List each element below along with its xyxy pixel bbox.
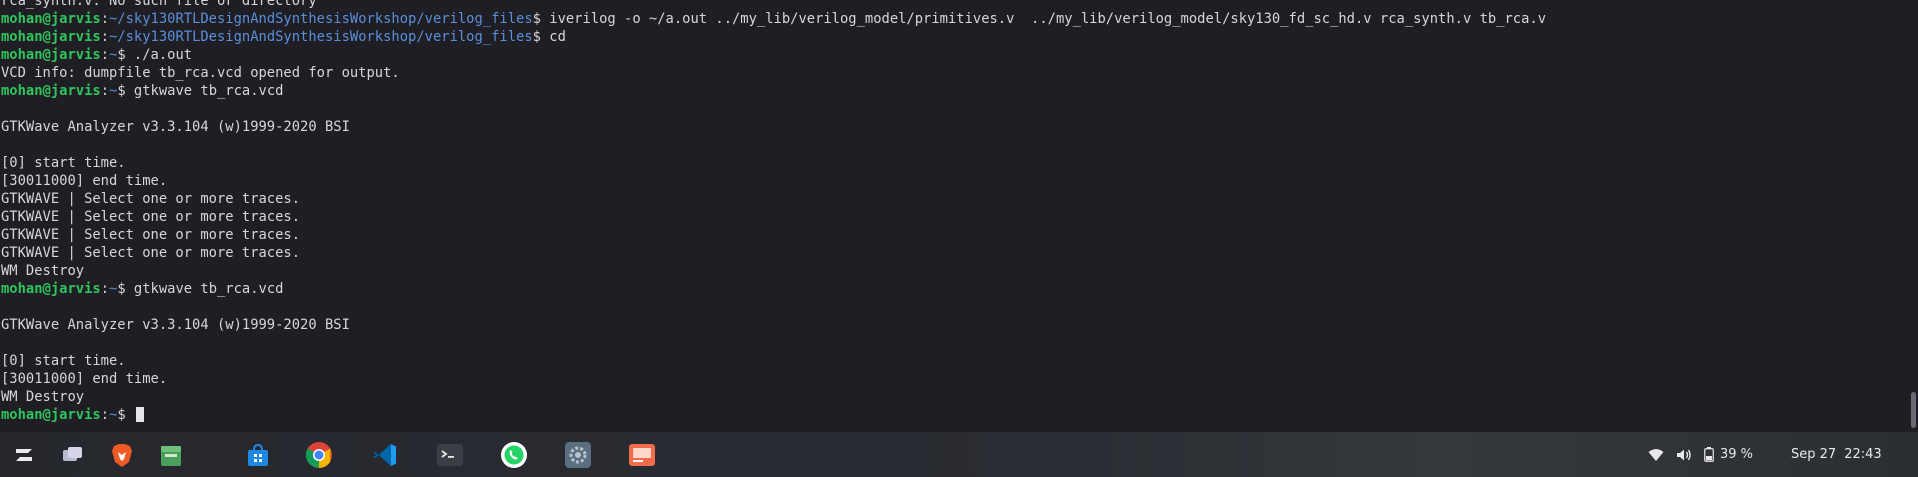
prompt-command: gtkwave tb_rca.vcd [125, 83, 284, 99]
files-icon[interactable] [156, 440, 186, 470]
prompt-user: mohan@jarvis [1, 407, 101, 423]
terminal-output: rca_synth.v: No such file or directory mo… [1, 0, 1546, 424]
volume-icon[interactable] [1676, 448, 1692, 462]
prompt-line: mohan@jarvis:~$ gtkwave tb_rca.vcd [1, 83, 284, 99]
software-store-icon[interactable] [243, 440, 273, 470]
prompt-user: mohan@jarvis [1, 47, 101, 63]
output-line: [30011000] end time. [1, 172, 1546, 190]
output-text: GTKWAVE | Select one or more traces. [1, 209, 301, 225]
output-text: rca_synth.v: No such file or directory [1, 0, 317, 9]
screenshot-tool-icon[interactable] [627, 440, 657, 470]
prompt-user: mohan@jarvis [1, 281, 101, 297]
output-text: WM Destroy [1, 389, 85, 405]
prompt-line: mohan@jarvis:~/sky130RTLDesignAndSynthes… [1, 11, 1547, 27]
output-text: GTKWAVE | Select one or more traces. [1, 227, 301, 243]
output-line: WM Destroy [1, 388, 1546, 406]
output-text: [0] start time. [1, 353, 126, 369]
output-text: [30011000] end time. [1, 371, 168, 387]
output-line: WM Destroy [1, 262, 1546, 280]
terminal-icon[interactable] [435, 440, 465, 470]
prompt-line: mohan@jarvis:~$ ./a.out [1, 47, 193, 63]
workspaces-icon[interactable] [58, 440, 88, 470]
taskbar: 39 % Sep 27 22:43 [0, 432, 1918, 477]
whatsapp-icon[interactable] [499, 440, 529, 470]
output-text: [30011000] end time. [1, 173, 168, 189]
output-line: GTKWave Analyzer v3.3.104 (w)1999-2020 B… [1, 316, 1546, 334]
output-line: GTKWave Analyzer v3.3.104 (w)1999-2020 B… [1, 118, 1546, 136]
prompt-command: cd [540, 29, 566, 45]
terminal-scrollbar[interactable] [1908, 0, 1918, 432]
prompt-path: ~/sky130RTLDesignAndSynthesisWorkshop/ve… [109, 29, 533, 45]
output-line: [0] start time. [1, 352, 1546, 370]
output-text: GTKWAVE | Select one or more traces. [1, 191, 301, 207]
prompt-command: iverilog -o ~/a.out ../my_lib/verilog_mo… [540, 11, 1547, 27]
battery-percent: 39 % [1720, 447, 1754, 462]
output-line: VCD info: dumpfile tb_rca.vcd opened for… [1, 64, 1546, 82]
system-tray[interactable]: 39 % Sep 27 22:43 [1648, 432, 1882, 477]
output-text: [0] start time. [1, 155, 126, 171]
clock-date[interactable]: Sep 27 [1791, 447, 1836, 462]
output-line: GTKWAVE | Select one or more traces. [1, 226, 1546, 244]
text-cursor [135, 407, 144, 422]
output-line: GTKWAVE | Select one or more traces. [1, 208, 1546, 226]
prompt-command [126, 407, 134, 423]
brave-browser-icon[interactable] [107, 440, 137, 470]
settings-icon[interactable] [563, 440, 593, 470]
prompt-line: mohan@jarvis:~$ gtkwave tb_rca.vcd [1, 281, 284, 297]
output-line: [0] start time. [1, 154, 1546, 172]
terminal-window[interactable]: rca_synth.v: No such file or directory mo… [0, 0, 1918, 432]
prompt-line: mohan@jarvis:~$ [1, 406, 1546, 424]
output-text: VCD info: dumpfile tb_rca.vcd opened for… [1, 65, 400, 81]
battery-icon[interactable] [1704, 447, 1714, 462]
zorin-menu-icon[interactable] [9, 440, 39, 470]
output-line: GTKWAVE | Select one or more traces. [1, 244, 1546, 262]
wifi-icon[interactable] [1648, 448, 1664, 462]
output-text: GTKWAVE | Select one or more traces. [1, 245, 301, 261]
chrome-icon[interactable] [304, 440, 334, 470]
output-text: GTKWave Analyzer v3.3.104 (w)1999-2020 B… [1, 119, 350, 135]
output-line: [30011000] end time. [1, 370, 1546, 388]
prompt-line: mohan@jarvis:~/sky130RTLDesignAndSynthes… [1, 29, 566, 45]
prompt-user: mohan@jarvis [1, 29, 101, 45]
prompt-command: gtkwave tb_rca.vcd [125, 281, 284, 297]
output-text: WM Destroy [1, 263, 85, 279]
output-text: GTKWave Analyzer v3.3.104 (w)1999-2020 B… [1, 317, 350, 333]
output-line: GTKWAVE | Select one or more traces. [1, 190, 1546, 208]
clock-time[interactable]: 22:43 [1844, 447, 1881, 462]
output-line: rca_synth.v: No such file or directory [1, 0, 1546, 10]
prompt-command: ./a.out [125, 47, 193, 63]
scrollbar-thumb[interactable] [1911, 392, 1916, 428]
vscode-icon[interactable] [370, 440, 400, 470]
prompt-user: mohan@jarvis [1, 11, 101, 27]
prompt-user: mohan@jarvis [1, 83, 101, 99]
prompt-path: ~/sky130RTLDesignAndSynthesisWorkshop/ve… [109, 11, 533, 27]
